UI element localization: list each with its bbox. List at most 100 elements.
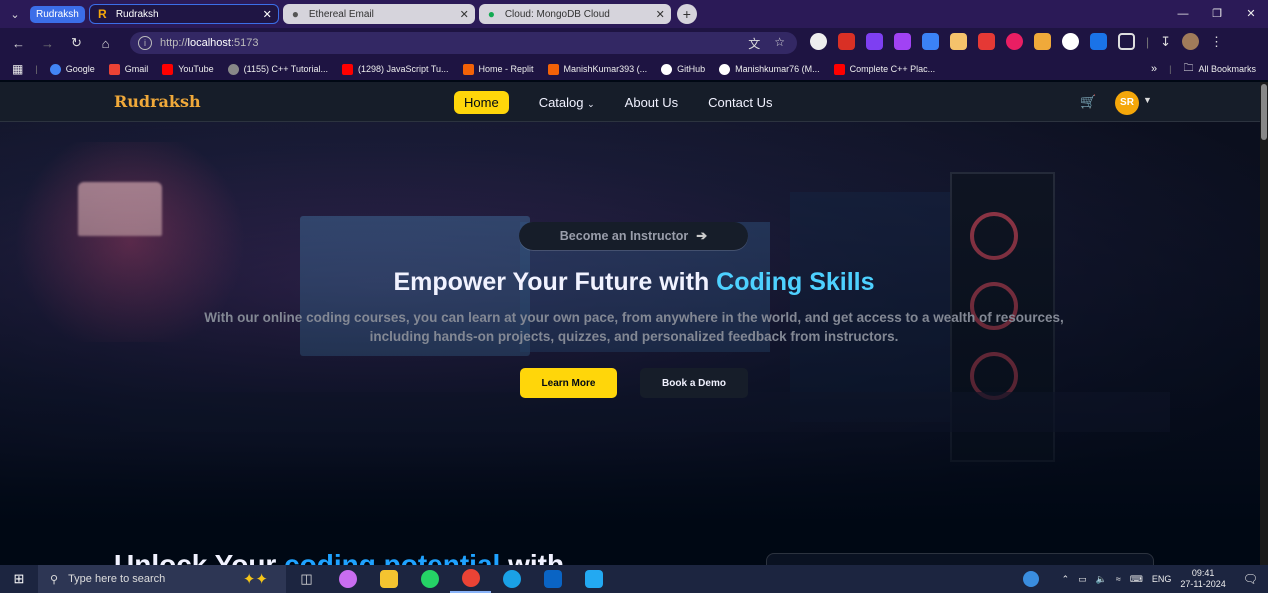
bookmark-gmail[interactable]: Gmail [108, 63, 148, 75]
reload-icon[interactable]: ↻ [62, 35, 91, 51]
section-title-text: with [500, 549, 565, 565]
windows-taskbar: ⊞ ⚲ Type here to search ✦✦ ◫ ⌃ ▭ 🔈 ≈ ⌨ E… [0, 565, 1268, 593]
download-icon[interactable]: ↧ [1160, 34, 1171, 50]
voice-extension-icon[interactable] [810, 33, 827, 50]
edge-app-icon[interactable] [491, 565, 532, 593]
windows-start-icon[interactable]: ⊞ [0, 571, 38, 587]
back-arrow-icon[interactable]: ← [4, 36, 33, 51]
extension-icon[interactable] [1090, 33, 1107, 50]
book-demo-button[interactable]: Book a Demo [640, 368, 748, 398]
bookmark-manishkumar393[interactable]: ManishKumar393 (... [547, 63, 647, 75]
copilot-app-icon[interactable] [327, 565, 368, 593]
new-tab-plus-icon[interactable]: + [676, 4, 697, 24]
folder-icon: 🗀 [1183, 62, 1194, 74]
nav-link-contact-us[interactable]: Contact Us [708, 95, 772, 110]
scrollbar-thumb[interactable] [1261, 84, 1267, 140]
learn-more-button[interactable]: Learn More [520, 368, 617, 398]
replit-icon [462, 63, 474, 75]
hero-subtitle: With our online coding courses, you can … [204, 310, 1064, 344]
bookmark-cpp-tutorial[interactable]: (1155) C++ Tutorial... [227, 63, 328, 75]
site-logo[interactable]: Rudraksh [114, 92, 201, 111]
taskbar-search[interactable]: ⚲ Type here to search ✦✦ [38, 565, 286, 593]
section-title: Unlock Your coding potential with [114, 549, 564, 565]
extension-icon[interactable] [1034, 33, 1051, 50]
bookmark-google[interactable]: Google [49, 63, 95, 75]
apps-grid-icon[interactable]: ▦ [12, 62, 23, 76]
language-indicator[interactable]: ENG [1152, 574, 1172, 584]
restore-icon[interactable]: ❐ [1200, 0, 1234, 28]
more-bookmarks-chevron-icon[interactable]: » [1151, 63, 1157, 75]
extension-icon[interactable] [866, 33, 883, 50]
tab-search-chevron-icon[interactable]: ⌄ [0, 8, 30, 21]
whatsapp-icon[interactable] [409, 565, 450, 593]
battery-icon[interactable]: ▭ [1078, 574, 1087, 585]
extensions-puzzle-icon[interactable] [1118, 33, 1135, 50]
tab-mongodb-cloud[interactable]: ● Cloud: MongoDB Cloud ✕ [478, 4, 671, 24]
bookmark-replit-home[interactable]: Home - Replit [462, 63, 534, 75]
volume-icon[interactable]: 🔈 [1096, 574, 1107, 585]
hero-title-highlight: Coding Skills [716, 268, 875, 296]
close-tab-icon[interactable]: ✕ [656, 8, 665, 21]
translate-icon[interactable]: 文 [748, 35, 760, 52]
file-explorer-icon[interactable] [368, 565, 409, 593]
close-tab-icon[interactable]: ✕ [263, 8, 272, 21]
tab-ethereal-email[interactable]: ● Ethereal Email ✕ [282, 4, 475, 24]
bookmark-label: Google [65, 64, 95, 74]
bookmarks-divider: | [35, 64, 38, 74]
browser-menu-icon[interactable]: ⋮ [1210, 34, 1223, 50]
close-tab-icon[interactable]: ✕ [460, 8, 469, 21]
bookmark-star-icon[interactable]: ☆ [774, 35, 785, 52]
chrome-app-icon[interactable] [450, 565, 491, 593]
notifications-icon[interactable]: 🗨 [1243, 572, 1258, 586]
nav-link-catalog[interactable]: Catalog ⌄ [539, 95, 595, 110]
user-avatar[interactable]: SR [1115, 91, 1139, 115]
forward-arrow-icon[interactable]: → [33, 36, 62, 51]
mongodb-leaf-icon: ● [487, 7, 495, 21]
cart-icon[interactable]: 🛒 [1080, 94, 1096, 110]
address-bar[interactable]: i http://localhost:5173 文 ☆ [130, 32, 797, 54]
nav-link-home[interactable]: Home [454, 91, 509, 114]
show-hidden-icons-icon[interactable]: ⌃ [1062, 574, 1070, 585]
keyboard-icon[interactable]: ⌨ [1130, 574, 1143, 585]
vscode-app-icon[interactable] [573, 565, 614, 593]
taskbar-clock[interactable]: 09:41 27-11-2024 [1180, 568, 1225, 590]
all-bookmarks-label: All Bookmarks [1198, 64, 1256, 74]
tab-rudraksh[interactable]: R Rudraksh ✕ [88, 4, 279, 24]
extension-icon[interactable] [1062, 33, 1079, 50]
nav-links: Home Catalog ⌄ About Us Contact Us [454, 91, 802, 114]
home-icon[interactable]: ⌂ [91, 36, 120, 51]
task-view-icon[interactable]: ◫ [286, 565, 327, 593]
profile-avatar-icon[interactable] [1182, 33, 1200, 50]
bookmark-complete-cpp[interactable]: Complete C++ Plac... [833, 63, 935, 75]
bookmark-label: Manishkumar76 (M... [735, 64, 820, 74]
tab-group-label[interactable]: Rudraksh [30, 5, 85, 23]
nav-link-about-us[interactable]: About Us [625, 95, 678, 110]
coding-potential-section: Unlock Your coding potential with [0, 527, 1260, 565]
bookmark-javascript-tutorial[interactable]: (1298) JavaScript Tu... [341, 63, 449, 75]
profile-dropdown-caret-icon[interactable]: ▼ [1143, 95, 1152, 105]
all-bookmarks-folder[interactable]: 🗀 All Bookmarks [1183, 61, 1256, 78]
wifi-icon[interactable]: ≈ [1116, 574, 1121, 584]
bookmark-github[interactable]: GitHub [661, 63, 705, 75]
bookmark-youtube[interactable]: YouTube [162, 63, 214, 75]
extension-icon[interactable] [1006, 33, 1023, 50]
tab-title: Cloud: MongoDB Cloud [504, 8, 610, 20]
extension-icon[interactable] [950, 33, 967, 50]
section-title-text: Unlock Your [114, 549, 285, 565]
extension-icon[interactable] [894, 33, 911, 50]
copilot-sparkle-icon: ✦✦ [242, 571, 268, 588]
page-scrollbar[interactable] [1260, 82, 1268, 565]
site-info-icon[interactable]: i [138, 36, 152, 50]
youtube-icon [833, 63, 845, 75]
bookmark-manishkumar76[interactable]: Manishkumar76 (M... [719, 63, 820, 75]
taskbar-search-placeholder: Type here to search [68, 573, 166, 585]
become-instructor-button[interactable]: Become an Instructor ➔ [519, 222, 748, 250]
url-scheme: http:// [160, 37, 188, 49]
minimize-icon[interactable]: — [1166, 0, 1200, 28]
weather-icon[interactable] [1022, 571, 1039, 587]
outlook-app-icon[interactable] [532, 565, 573, 593]
extension-icon[interactable] [922, 33, 939, 50]
extension-icon[interactable] [978, 33, 995, 50]
pdf-extension-icon[interactable] [838, 33, 855, 50]
window-close-icon[interactable]: ✕ [1234, 0, 1268, 28]
